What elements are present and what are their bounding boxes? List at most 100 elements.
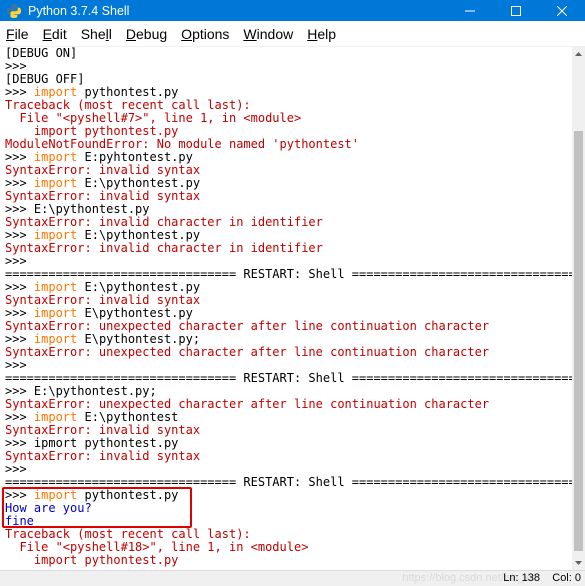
shell-text-segment: SyntaxError: invalid syntax [5, 189, 201, 203]
shell-text-segment: >>> [5, 332, 34, 346]
shell-text-segment: File "<pyshell#7>", line 1, in <module> [5, 111, 302, 125]
shell-text-segment: SyntaxError: invalid syntax [5, 293, 201, 307]
scroll-thumb[interactable] [574, 131, 583, 551]
shell-text-segment: SyntaxError: unexpected character after … [5, 345, 490, 359]
shell-text-segment: >>> [5, 384, 34, 398]
shell-text-segment: >>> [5, 280, 34, 294]
scroll-up-button[interactable] [572, 47, 585, 61]
shell-text-segment: ================================ RESTART… [5, 371, 572, 385]
shell-text-segment: SyntaxError: invalid syntax [5, 449, 201, 463]
shell-text-segment: >>> [5, 462, 34, 476]
shell-text-segment: import [33, 176, 78, 190]
shell-text-segment: import [33, 410, 78, 424]
close-button[interactable] [539, 0, 585, 21]
menu-shell-label-end: l [108, 25, 112, 42]
shell-text-segment: import pythontest.py [5, 124, 179, 138]
maximize-button[interactable] [493, 0, 539, 21]
menu-help-label: elp [317, 25, 337, 42]
shell-line: >>> [5, 60, 572, 73]
shell-text-segment: >>> [5, 202, 34, 216]
shell-text-segment: E\pythontest.py [77, 306, 193, 320]
menu-file-accesskey: F [6, 25, 15, 42]
shell-text-segment: import [33, 280, 78, 294]
menu-edit-accesskey: E [42, 25, 52, 42]
menu-debug-accesskey: D [125, 25, 137, 42]
shell-text-segment: >>> [5, 436, 34, 450]
shell-line: [DEBUG ON] [5, 47, 572, 60]
shell-text-segment: import [33, 85, 78, 99]
red-highlight-box [2, 487, 192, 528]
close-icon [557, 5, 567, 16]
window-controls [447, 0, 585, 21]
shell-text-segment: E:\pythontest.py [33, 202, 150, 216]
shell-text-segment: ipmort pythontest.py [33, 436, 179, 450]
shell-text-segment: SyntaxError: unexpected character after … [5, 397, 490, 411]
shell-text-segment: [DEBUG OFF] [5, 72, 85, 86]
scroll-down-icon [575, 561, 582, 565]
shell-text-segment: E:pyhtontest.py [77, 150, 193, 164]
window-title: Python 3.7.4 Shell [28, 3, 130, 18]
shell-text-segment: E\pythontest.py; [77, 332, 201, 346]
vertical-scrollbar[interactable] [572, 47, 585, 570]
shell-text-segment: ================================ RESTART… [5, 267, 572, 281]
shell-text-segment: E:\pythontest [77, 410, 179, 424]
menu-options[interactable]: Options [175, 21, 235, 47]
shell-text-segment: SyntaxError: unexpected character after … [5, 319, 490, 333]
menu-edit-label: dit [51, 25, 67, 42]
menu-shell[interactable]: She l l [75, 21, 118, 47]
shell-text-segment: import [33, 306, 78, 320]
shell-text-segment: >>> [5, 228, 34, 242]
shell-text-segment: import [33, 332, 78, 346]
status-bar: https://blog.csdn.net/lsh_xx Ln: 138 Col… [0, 570, 585, 586]
shell-text-segment: >>> [5, 85, 34, 99]
title-bar: Python 3.7.4 Shell [0, 0, 585, 21]
shell-text-segment: >>> [5, 59, 34, 73]
minimize-icon [465, 10, 475, 11]
shell-text-segment: SyntaxError: invalid character in identi… [5, 241, 323, 255]
shell-text-segment: >>> [5, 254, 34, 268]
shell-text-segment: File "<pyshell#18>", line 1, in <module> [5, 540, 309, 554]
shell-text-area[interactable]: [DEBUG ON] >>> [DEBUG OFF] >>> import pyth… [0, 47, 572, 570]
minimize-button[interactable] [447, 0, 493, 21]
shell-text-segment: >>> [5, 176, 34, 190]
shell-text-segment: >>> [5, 358, 34, 372]
menu-edit[interactable]: Edit [37, 21, 73, 47]
shell-text-segment: >>> [5, 410, 34, 424]
shell-text-segment: import [33, 150, 78, 164]
menu-file[interactable]: File [0, 21, 35, 47]
python-logo-icon [6, 3, 22, 19]
menu-bar: File Edit She l l Debug Options Window Hel… [0, 21, 585, 47]
scroll-up-icon [575, 52, 582, 56]
shell-text-segment: import pythontest.py [5, 553, 179, 567]
shell-text-segment: import [33, 228, 78, 242]
shell-text-segment: pythontest.py [77, 85, 179, 99]
menu-help[interactable]: Help [301, 21, 342, 47]
shell-text-segment: Traceback (most recent call last): [5, 98, 251, 112]
shell-text-segment: SyntaxError: invalid character in identi… [5, 215, 323, 229]
shell-text-segment: E:\pythontest.py [77, 228, 201, 242]
menu-options-label: ptions [192, 25, 230, 42]
shell-text-segment: SyntaxError: invalid syntax [5, 163, 201, 177]
status-column-number: Col: 0 [552, 572, 581, 584]
menu-debug-label: ebug [136, 25, 168, 42]
shell-text-segment: >>> [5, 150, 34, 164]
shell-line: SyntaxError: invalid syntax [5, 450, 572, 463]
menu-window[interactable]: Window [237, 21, 299, 47]
shell-line: import pythontest.py [5, 554, 572, 567]
menu-shell-label-start: She [80, 25, 106, 42]
menu-window-label: indow [256, 25, 294, 42]
shell-text-segment: E:\pythontest.py [77, 280, 201, 294]
menu-options-accesskey: O [181, 25, 193, 42]
shell-text-segment: E:\pythontest.py; [33, 384, 157, 398]
maximize-icon [511, 5, 521, 16]
shell-text-segment: Traceback (most recent call last): [5, 527, 251, 541]
menu-debug[interactable]: Debug [120, 21, 173, 47]
menu-window-accesskey: W [243, 25, 257, 42]
shell-line: SyntaxError: unexpected character after … [5, 346, 572, 359]
shell-text-segment: E:\pythontest.py [77, 176, 201, 190]
status-line-number: Ln: 138 [503, 572, 540, 584]
menu-file-label: ile [14, 25, 29, 42]
scroll-down-button[interactable] [572, 556, 585, 570]
shell-text-segment: >>> [5, 306, 34, 320]
shell-text-segment: ModuleNotFoundError: No module named 'py… [5, 137, 360, 151]
